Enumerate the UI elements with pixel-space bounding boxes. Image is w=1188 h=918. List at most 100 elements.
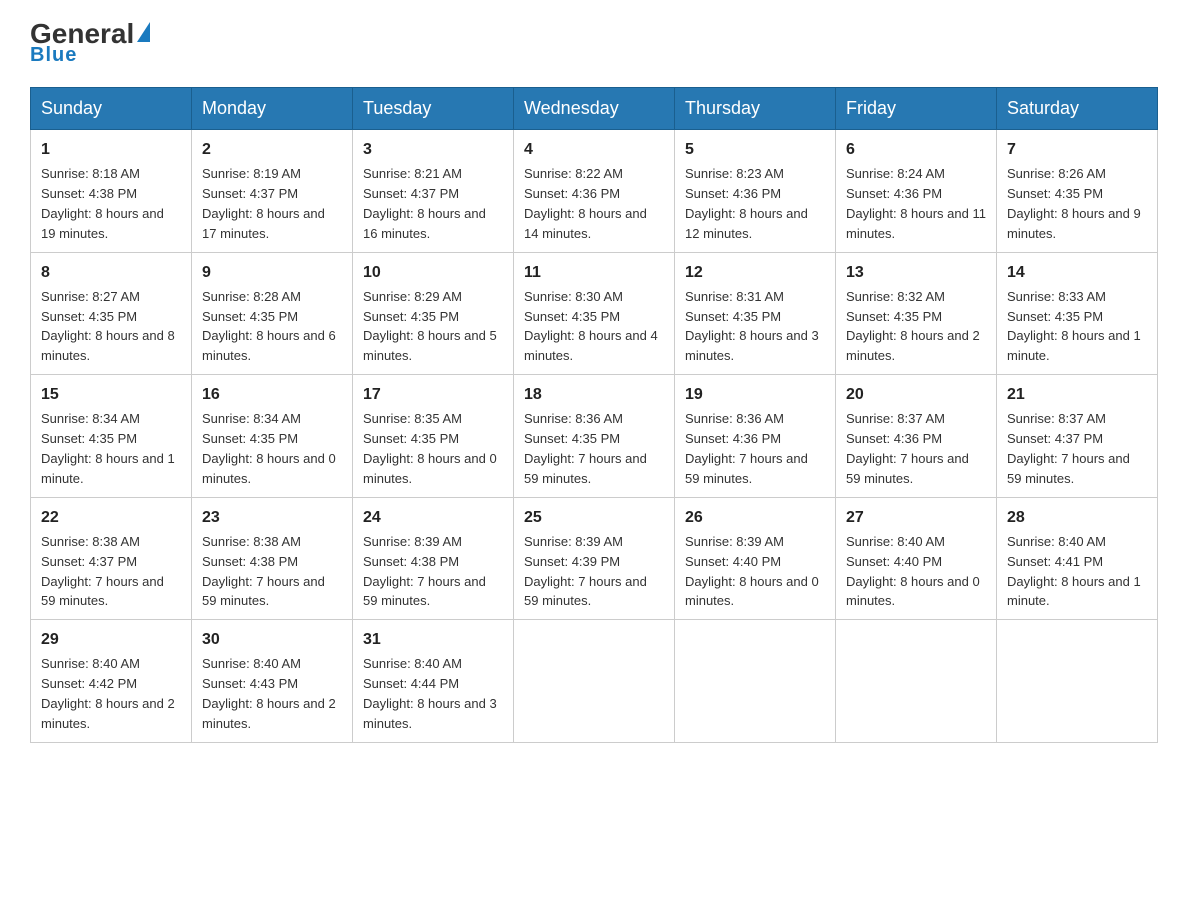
calendar-cell: 4 Sunrise: 8:22 AMSunset: 4:36 PMDayligh… (514, 130, 675, 253)
day-info: Sunrise: 8:40 AMSunset: 4:43 PMDaylight:… (202, 656, 336, 731)
day-number: 22 (41, 506, 181, 529)
day-number: 12 (685, 261, 825, 284)
day-number: 17 (363, 383, 503, 406)
day-info: Sunrise: 8:40 AMSunset: 4:41 PMDaylight:… (1007, 534, 1141, 609)
calendar-cell: 21 Sunrise: 8:37 AMSunset: 4:37 PMDaylig… (997, 375, 1158, 498)
calendar-cell: 17 Sunrise: 8:35 AMSunset: 4:35 PMDaylig… (353, 375, 514, 498)
calendar-cell: 11 Sunrise: 8:30 AMSunset: 4:35 PMDaylig… (514, 252, 675, 375)
day-info: Sunrise: 8:27 AMSunset: 4:35 PMDaylight:… (41, 289, 175, 364)
calendar-cell: 15 Sunrise: 8:34 AMSunset: 4:35 PMDaylig… (31, 375, 192, 498)
day-number: 31 (363, 628, 503, 651)
day-info: Sunrise: 8:39 AMSunset: 4:39 PMDaylight:… (524, 534, 647, 609)
week-row-2: 8 Sunrise: 8:27 AMSunset: 4:35 PMDayligh… (31, 252, 1158, 375)
calendar-cell: 2 Sunrise: 8:19 AMSunset: 4:37 PMDayligh… (192, 130, 353, 253)
calendar-cell: 30 Sunrise: 8:40 AMSunset: 4:43 PMDaylig… (192, 620, 353, 743)
day-number: 26 (685, 506, 825, 529)
week-row-1: 1 Sunrise: 8:18 AMSunset: 4:38 PMDayligh… (31, 130, 1158, 253)
calendar-cell: 31 Sunrise: 8:40 AMSunset: 4:44 PMDaylig… (353, 620, 514, 743)
day-info: Sunrise: 8:30 AMSunset: 4:35 PMDaylight:… (524, 289, 658, 364)
weekday-header-sunday: Sunday (31, 88, 192, 130)
day-info: Sunrise: 8:35 AMSunset: 4:35 PMDaylight:… (363, 411, 497, 486)
calendar-cell: 27 Sunrise: 8:40 AMSunset: 4:40 PMDaylig… (836, 497, 997, 620)
calendar-cell: 13 Sunrise: 8:32 AMSunset: 4:35 PMDaylig… (836, 252, 997, 375)
calendar-cell: 8 Sunrise: 8:27 AMSunset: 4:35 PMDayligh… (31, 252, 192, 375)
day-number: 28 (1007, 506, 1147, 529)
calendar-cell (836, 620, 997, 743)
weekday-header-saturday: Saturday (997, 88, 1158, 130)
day-number: 8 (41, 261, 181, 284)
calendar-cell: 23 Sunrise: 8:38 AMSunset: 4:38 PMDaylig… (192, 497, 353, 620)
day-number: 24 (363, 506, 503, 529)
day-number: 21 (1007, 383, 1147, 406)
day-number: 4 (524, 138, 664, 161)
day-info: Sunrise: 8:37 AMSunset: 4:37 PMDaylight:… (1007, 411, 1130, 486)
calendar-cell: 19 Sunrise: 8:36 AMSunset: 4:36 PMDaylig… (675, 375, 836, 498)
calendar-table: SundayMondayTuesdayWednesdayThursdayFrid… (30, 87, 1158, 743)
weekday-header-wednesday: Wednesday (514, 88, 675, 130)
day-number: 10 (363, 261, 503, 284)
day-info: Sunrise: 8:26 AMSunset: 4:35 PMDaylight:… (1007, 166, 1141, 241)
calendar-cell: 24 Sunrise: 8:39 AMSunset: 4:38 PMDaylig… (353, 497, 514, 620)
day-info: Sunrise: 8:21 AMSunset: 4:37 PMDaylight:… (363, 166, 486, 241)
calendar-cell: 29 Sunrise: 8:40 AMSunset: 4:42 PMDaylig… (31, 620, 192, 743)
day-info: Sunrise: 8:33 AMSunset: 4:35 PMDaylight:… (1007, 289, 1141, 364)
day-info: Sunrise: 8:37 AMSunset: 4:36 PMDaylight:… (846, 411, 969, 486)
day-number: 19 (685, 383, 825, 406)
weekday-header-friday: Friday (836, 88, 997, 130)
day-info: Sunrise: 8:40 AMSunset: 4:42 PMDaylight:… (41, 656, 175, 731)
day-info: Sunrise: 8:32 AMSunset: 4:35 PMDaylight:… (846, 289, 980, 364)
day-number: 29 (41, 628, 181, 651)
calendar-cell: 6 Sunrise: 8:24 AMSunset: 4:36 PMDayligh… (836, 130, 997, 253)
calendar-cell (514, 620, 675, 743)
day-info: Sunrise: 8:39 AMSunset: 4:38 PMDaylight:… (363, 534, 486, 609)
day-info: Sunrise: 8:40 AMSunset: 4:44 PMDaylight:… (363, 656, 497, 731)
logo-triangle-icon (137, 22, 150, 42)
week-row-3: 15 Sunrise: 8:34 AMSunset: 4:35 PMDaylig… (31, 375, 1158, 498)
day-info: Sunrise: 8:34 AMSunset: 4:35 PMDaylight:… (41, 411, 175, 486)
day-info: Sunrise: 8:38 AMSunset: 4:37 PMDaylight:… (41, 534, 164, 609)
day-number: 9 (202, 261, 342, 284)
day-number: 13 (846, 261, 986, 284)
day-number: 20 (846, 383, 986, 406)
weekday-header-tuesday: Tuesday (353, 88, 514, 130)
day-info: Sunrise: 8:40 AMSunset: 4:40 PMDaylight:… (846, 534, 980, 609)
day-info: Sunrise: 8:19 AMSunset: 4:37 PMDaylight:… (202, 166, 325, 241)
day-number: 18 (524, 383, 664, 406)
day-number: 2 (202, 138, 342, 161)
day-number: 15 (41, 383, 181, 406)
day-info: Sunrise: 8:31 AMSunset: 4:35 PMDaylight:… (685, 289, 819, 364)
calendar-cell: 14 Sunrise: 8:33 AMSunset: 4:35 PMDaylig… (997, 252, 1158, 375)
day-number: 14 (1007, 261, 1147, 284)
calendar-cell: 16 Sunrise: 8:34 AMSunset: 4:35 PMDaylig… (192, 375, 353, 498)
day-number: 16 (202, 383, 342, 406)
day-info: Sunrise: 8:29 AMSunset: 4:35 PMDaylight:… (363, 289, 497, 364)
calendar-cell: 25 Sunrise: 8:39 AMSunset: 4:39 PMDaylig… (514, 497, 675, 620)
calendar-cell (997, 620, 1158, 743)
day-number: 11 (524, 261, 664, 284)
calendar-cell: 12 Sunrise: 8:31 AMSunset: 4:35 PMDaylig… (675, 252, 836, 375)
calendar-cell: 3 Sunrise: 8:21 AMSunset: 4:37 PMDayligh… (353, 130, 514, 253)
day-info: Sunrise: 8:28 AMSunset: 4:35 PMDaylight:… (202, 289, 336, 364)
page-header: General Blue (30, 20, 1158, 67)
day-number: 6 (846, 138, 986, 161)
day-number: 23 (202, 506, 342, 529)
day-number: 30 (202, 628, 342, 651)
day-number: 1 (41, 138, 181, 161)
day-number: 5 (685, 138, 825, 161)
day-info: Sunrise: 8:22 AMSunset: 4:36 PMDaylight:… (524, 166, 647, 241)
day-number: 7 (1007, 138, 1147, 161)
weekday-header-monday: Monday (192, 88, 353, 130)
day-number: 27 (846, 506, 986, 529)
weekday-header-thursday: Thursday (675, 88, 836, 130)
day-info: Sunrise: 8:23 AMSunset: 4:36 PMDaylight:… (685, 166, 808, 241)
day-info: Sunrise: 8:36 AMSunset: 4:35 PMDaylight:… (524, 411, 647, 486)
calendar-cell: 1 Sunrise: 8:18 AMSunset: 4:38 PMDayligh… (31, 130, 192, 253)
logo: General Blue (30, 20, 150, 67)
calendar-cell: 22 Sunrise: 8:38 AMSunset: 4:37 PMDaylig… (31, 497, 192, 620)
day-info: Sunrise: 8:38 AMSunset: 4:38 PMDaylight:… (202, 534, 325, 609)
calendar-cell: 5 Sunrise: 8:23 AMSunset: 4:36 PMDayligh… (675, 130, 836, 253)
calendar-cell: 10 Sunrise: 8:29 AMSunset: 4:35 PMDaylig… (353, 252, 514, 375)
calendar-cell: 7 Sunrise: 8:26 AMSunset: 4:35 PMDayligh… (997, 130, 1158, 253)
calendar-cell: 20 Sunrise: 8:37 AMSunset: 4:36 PMDaylig… (836, 375, 997, 498)
day-info: Sunrise: 8:36 AMSunset: 4:36 PMDaylight:… (685, 411, 808, 486)
